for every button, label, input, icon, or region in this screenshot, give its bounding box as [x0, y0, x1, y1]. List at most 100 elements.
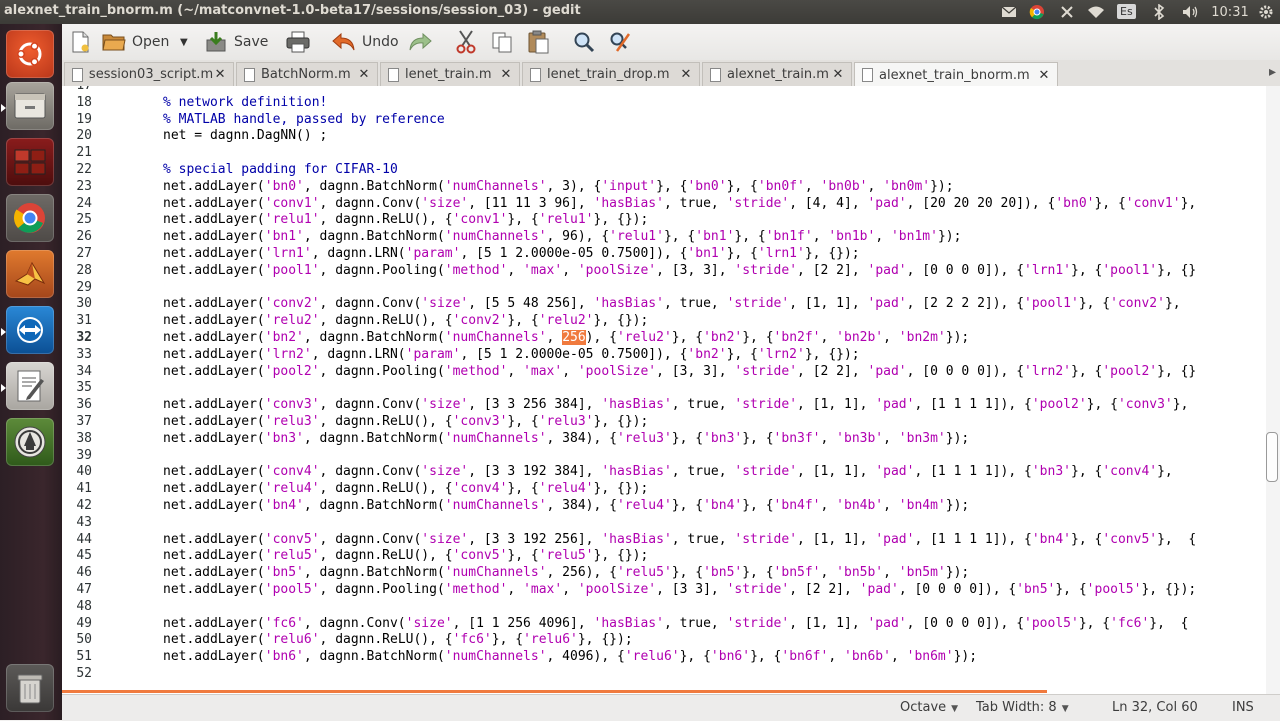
- volume-icon[interactable]: [1180, 3, 1202, 21]
- chrome-tray-icon[interactable]: [1027, 3, 1047, 21]
- close-icon[interactable]: ✕: [213, 67, 227, 82]
- teamviewer-icon[interactable]: [6, 306, 54, 354]
- wifi-icon[interactable]: [1086, 3, 1106, 21]
- string-literal: 'conv3': [452, 414, 508, 429]
- line-number: 26: [76, 229, 92, 245]
- tab-width-selector[interactable]: Tab Width: 8 ▼: [976, 700, 1069, 715]
- paste-button[interactable]: [526, 28, 550, 56]
- code-line: % special padding for CIFAR-10: [163, 162, 398, 177]
- text-editor-icon[interactable]: [6, 362, 54, 410]
- vertical-scrollbar[interactable]: [1266, 86, 1280, 694]
- undo-button[interactable]: Undo: [332, 28, 399, 56]
- string-literal: 'bn2f': [773, 330, 821, 345]
- workspace-switcher-icon[interactable]: [6, 138, 54, 186]
- cut-button[interactable]: [454, 28, 478, 56]
- copy-button[interactable]: [490, 28, 514, 56]
- clock[interactable]: 10:31: [1211, 3, 1248, 21]
- code-editor[interactable]: 1718192021222324252627282930313233343536…: [62, 86, 1280, 694]
- power-gear-icon[interactable]: [1256, 3, 1276, 21]
- folder-open-icon: [102, 30, 126, 54]
- code-line: % MATLAB handle, passed by reference: [163, 111, 445, 127]
- code-line: net.addLayer('pool2', dagnn.Pooling('met…: [163, 363, 1197, 379]
- line-number: 52: [76, 666, 92, 681]
- code-line: net.addLayer('bn6', dagnn.BatchNorm('num…: [163, 649, 978, 665]
- chrome-icon[interactable]: [6, 194, 54, 242]
- string-literal: 'bn5m': [898, 565, 946, 581]
- string-literal: 'bn3b': [836, 430, 884, 446]
- close-icon[interactable]: ✕: [679, 67, 693, 82]
- redo-button[interactable]: [408, 28, 432, 56]
- open-button[interactable]: Open: [102, 28, 169, 56]
- language-selector[interactable]: Octave ▼: [900, 700, 958, 715]
- string-literal: 'method': [444, 582, 508, 597]
- line-number: 22: [76, 162, 92, 177]
- trash-icon[interactable]: [6, 664, 54, 712]
- open-recent-dropdown[interactable]: ▼: [180, 28, 188, 56]
- string-literal: 'size': [421, 397, 469, 413]
- save-label: Save: [234, 34, 269, 50]
- string-literal: 'relu4': [264, 481, 320, 497]
- search-button[interactable]: [572, 28, 596, 56]
- line-number: 19: [76, 111, 92, 127]
- paste-icon: [526, 30, 550, 54]
- string-literal: 'bn3f': [773, 430, 821, 446]
- string-literal: 'pad': [875, 397, 915, 413]
- string-literal: 'bn0f': [757, 178, 805, 194]
- document-tabs: session03_script.m ✕ BatchNorm.m ✕ lenet…: [62, 60, 1280, 87]
- line-number: 44: [76, 531, 92, 547]
- string-literal: 'bn0': [687, 178, 727, 194]
- string-literal: 'bn1b': [828, 229, 876, 245]
- line-number: 48: [76, 598, 92, 614]
- string-literal: 'bn1m': [890, 229, 938, 245]
- tab-scroll-right-icon[interactable]: ▸: [1269, 64, 1276, 80]
- new-document-button[interactable]: [68, 28, 92, 56]
- tab-session03-script[interactable]: session03_script.m ✕: [64, 62, 234, 86]
- string-literal: 'lrn2': [1024, 363, 1072, 379]
- string-literal: 'pool2': [264, 363, 320, 379]
- undo-arrow-icon: [332, 30, 356, 54]
- print-button[interactable]: [286, 28, 310, 56]
- search-icon: [572, 30, 596, 54]
- string-literal: 'hasBias': [601, 397, 672, 413]
- search-replace-button[interactable]: [608, 28, 632, 56]
- scrollbar-thumb[interactable]: [1266, 432, 1278, 482]
- tab-alexnet-train[interactable]: alexnet_train.m ✕: [702, 62, 852, 86]
- tab-batchnorm[interactable]: BatchNorm.m ✕: [236, 62, 378, 86]
- string-literal: 'hasBias': [601, 531, 672, 547]
- string-literal: 'size': [405, 615, 453, 631]
- matlab-icon[interactable]: [6, 250, 54, 298]
- tab-lenet-train[interactable]: lenet_train.m ✕: [380, 62, 520, 86]
- files-icon[interactable]: [6, 82, 54, 130]
- ubuntu-dash-icon[interactable]: [6, 30, 54, 78]
- string-literal: 'pool5': [264, 582, 320, 597]
- string-literal: 'relu6': [624, 649, 680, 665]
- code-line: net.addLayer('bn5', dagnn.BatchNorm('num…: [163, 565, 970, 581]
- tab-alexnet-train-bnorm[interactable]: alexnet_train_bnorm.m ✕: [854, 62, 1058, 87]
- string-literal: 'bn3': [264, 430, 304, 446]
- network-tools-icon[interactable]: [1058, 3, 1076, 21]
- close-icon[interactable]: ✕: [499, 67, 513, 82]
- string-literal: 'bn5': [1016, 582, 1056, 597]
- bluetooth-icon[interactable]: [1150, 3, 1168, 21]
- close-icon[interactable]: ✕: [831, 67, 845, 82]
- close-icon[interactable]: ✕: [1037, 68, 1051, 83]
- horizontal-scrollbar-thumb[interactable]: [62, 690, 1047, 693]
- save-button[interactable]: Save: [204, 28, 268, 56]
- tab-lenet-train-drop[interactable]: lenet_train_drop.m ✕: [522, 62, 700, 86]
- string-literal: 'bn6': [710, 649, 751, 665]
- file-icon: [862, 68, 873, 82]
- file-icon: [244, 67, 255, 82]
- string-literal: 'bn4': [264, 498, 304, 513]
- close-icon[interactable]: ✕: [357, 67, 371, 82]
- file-icon: [530, 67, 541, 82]
- string-literal: 'conv3': [264, 397, 320, 413]
- mail-icon[interactable]: [1000, 3, 1018, 21]
- software-updater-icon[interactable]: [6, 418, 54, 466]
- string-literal: 'conv4': [264, 464, 320, 480]
- keyboard-layout-indicator[interactable]: Es: [1117, 4, 1136, 19]
- line-number-gutter: 1718192021222324252627282930313233343536…: [62, 86, 96, 694]
- search-replace-icon: [608, 30, 632, 54]
- string-literal: 'relu6': [523, 632, 578, 648]
- string-literal: 'fc6': [1110, 615, 1150, 631]
- string-literal: 'numChannels': [444, 178, 547, 194]
